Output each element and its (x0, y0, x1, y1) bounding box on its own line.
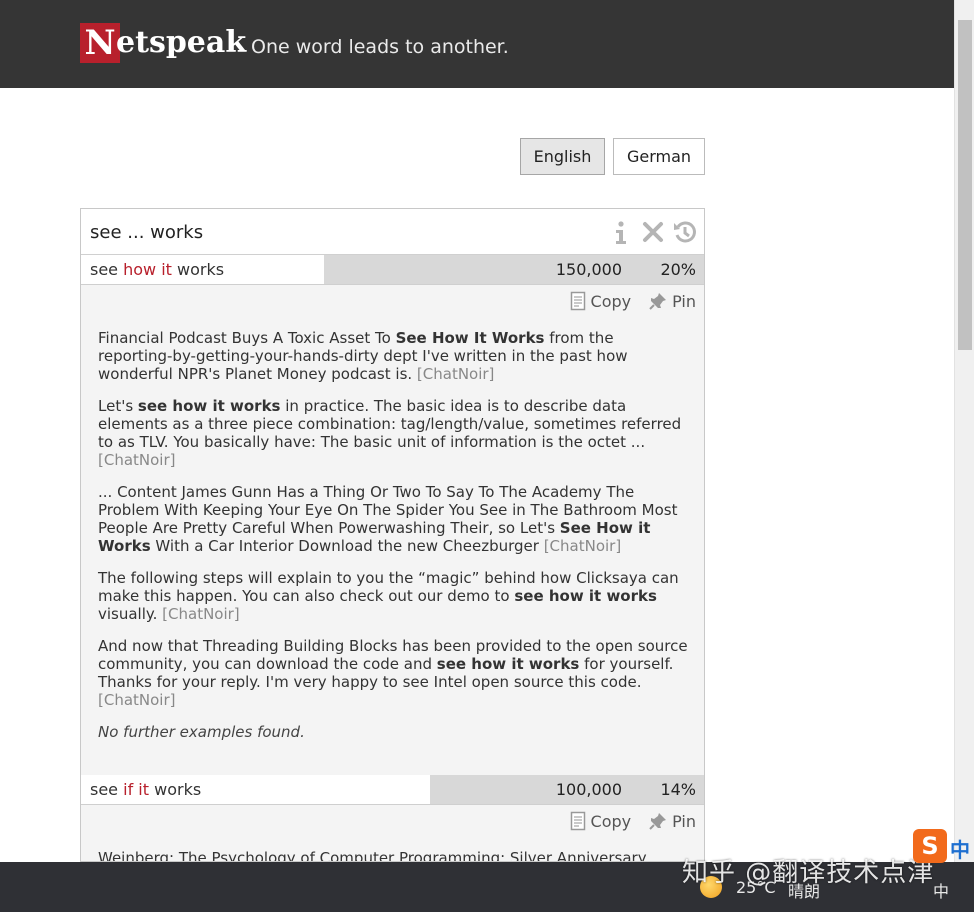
source-link[interactable]: [ChatNoir] (544, 537, 622, 555)
source-link[interactable]: [ChatNoir] (98, 451, 176, 469)
info-icon[interactable] (608, 218, 634, 246)
logo-mark: N (80, 23, 120, 63)
result-actions: Copy Pin (570, 289, 696, 313)
example-item: Weinberg: The Psychology of Computer Pro… (98, 849, 647, 862)
result-row[interactable]: see how it works 150,000 20% (81, 255, 704, 285)
pin-icon (649, 813, 667, 830)
tagline: One word leads to another. (251, 36, 509, 58)
language-german-button[interactable]: German (613, 138, 705, 175)
phrase-wildcard-2: it (161, 260, 172, 279)
pin-button[interactable]: Pin (649, 289, 696, 313)
examples-list: Financial Podcast Buys A Toxic Asset To … (98, 329, 690, 755)
ime-mode-icon[interactable]: 中 (950, 834, 970, 863)
example-item: Financial Podcast Buys A Toxic Asset To … (98, 329, 628, 383)
phrase-prefix: see (90, 780, 119, 799)
examples-list: Weinberg: The Psychology of Computer Pro… (98, 849, 690, 862)
phrase-wildcard-1: if (123, 780, 134, 799)
result-frequency: 150,000 (555, 260, 622, 279)
pin-icon (649, 293, 667, 310)
result-percentage: 20% (660, 260, 696, 279)
result-phrase: see if it works (90, 780, 201, 799)
result-percentage: 14% (660, 780, 696, 799)
top-header: N etspeak One word leads to another. (0, 0, 954, 88)
copy-label: Copy (590, 291, 632, 311)
results-panel: see how it works 150,000 20% Copy Pin Fi… (80, 208, 705, 862)
ime-indicator[interactable]: 中 (933, 878, 949, 902)
example-item: The following steps will explain to you … (98, 569, 679, 623)
netspeak-logo[interactable]: N etspeak (80, 23, 246, 63)
source-link[interactable]: [ChatNoir] (98, 691, 176, 709)
phrase-suffix: works (177, 260, 225, 279)
phrase-wildcard-2: it (138, 780, 150, 799)
example-item: ... Content James Gunn Has a Thing Or Tw… (98, 483, 678, 555)
pin-label: Pin (672, 291, 696, 311)
result-row[interactable]: see if it works 100,000 14% (81, 775, 704, 805)
copy-icon (570, 811, 585, 831)
history-icon[interactable] (672, 218, 698, 246)
watermark: 知乎 @翻译技术点津 (682, 858, 935, 888)
source-link[interactable]: [ChatNoir] (417, 365, 495, 383)
phrase-prefix: see (90, 260, 119, 279)
copy-label: Copy (590, 811, 632, 831)
search-bar (81, 209, 704, 255)
copy-button[interactable]: Copy (570, 809, 632, 833)
pin-button[interactable]: Pin (649, 809, 696, 833)
sogou-ime-icon[interactable]: S (913, 829, 947, 863)
clear-icon[interactable] (640, 218, 666, 246)
no-further-examples: No further examples found. (98, 723, 305, 741)
result-frequency: 100,000 (555, 780, 622, 799)
pin-label: Pin (672, 811, 696, 831)
search-tools (608, 218, 698, 246)
source-link[interactable]: [ChatNoir] (162, 605, 240, 623)
example-item: Let's see how it works in practice. The … (98, 397, 682, 469)
search-input[interactable] (90, 217, 590, 247)
scrollbar-thumb[interactable] (958, 20, 972, 350)
phrase-wildcard-1: how (123, 260, 157, 279)
result-phrase: see how it works (90, 260, 224, 279)
copy-button[interactable]: Copy (570, 289, 632, 313)
logo-text: etspeak (116, 25, 247, 60)
language-english-button[interactable]: English (520, 138, 605, 175)
result-actions: Copy Pin (570, 809, 696, 833)
page-scrollbar[interactable] (954, 0, 974, 862)
phrase-suffix: works (154, 780, 202, 799)
example-item: And now that Threading Building Blocks h… (98, 637, 688, 709)
copy-icon (570, 291, 585, 311)
